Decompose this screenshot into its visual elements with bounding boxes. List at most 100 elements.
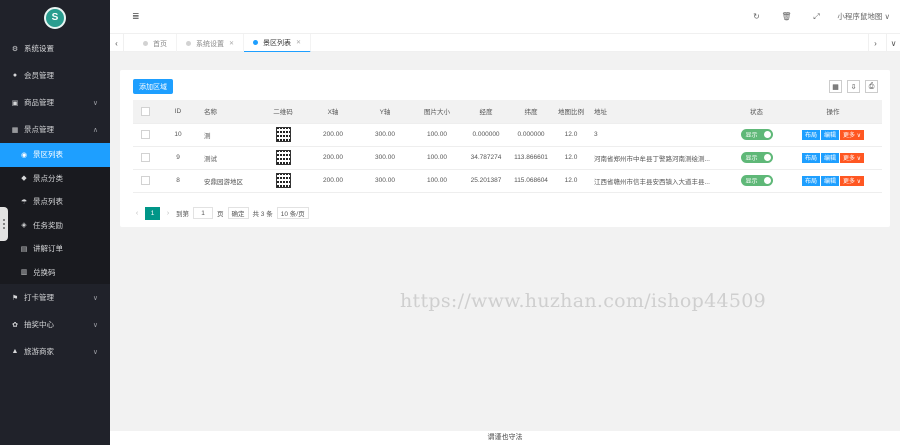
barcode-icon: ▥ [20,269,28,277]
close-icon[interactable]: ✕ [229,40,234,47]
more-button[interactable]: 更多 ∨ [839,152,865,163]
col-header[interactable]: 纬度 [509,100,553,124]
sidebar-collapse-handle[interactable] [0,207,8,241]
cell-id: 10 [157,123,199,147]
layout-button[interactable]: 布局 [801,175,820,186]
menu-toggle-icon[interactable]: ≣ [132,11,140,22]
col-header[interactable]: 地址 [589,100,729,124]
per-page-select[interactable]: 10 条/页 [276,207,309,219]
edit-button[interactable]: 编辑 [820,175,839,186]
tab-scroll-left-icon[interactable]: ‹ [110,34,124,53]
row-checkbox[interactable] [133,146,157,170]
user-menu[interactable]: 小程序鼠地图 ∨ [831,11,890,22]
col-header[interactable]: 二维码 [259,100,307,124]
tab-system-settings[interactable]: 系统设置 ✕ [177,34,245,53]
col-header[interactable]: 状态 [729,100,784,124]
tab-home[interactable]: 首页 [134,34,177,53]
trash-icon[interactable]: 🗑 [771,12,801,21]
gift-icon: ✿ [12,321,18,329]
sidebar-item-redeem-codes[interactable]: ▥ 兑换码 [0,261,110,285]
scenic-table: ID 名称 二维码 X轴 Y轴 图片大小 经度 纬度 地图比例 地址 状态 操作 [133,100,882,193]
tab-bar: ‹ 首页 系统设置 ✕ 景区列表 ✕ › ∨ [110,33,900,53]
prev-page-icon[interactable]: ‹ [133,210,141,217]
qr-code-icon [275,150,291,165]
next-page-icon[interactable]: › [164,210,172,217]
print-icon[interactable]: ⎙ [865,80,878,93]
refresh-icon[interactable]: ↻ [741,12,771,21]
sidebar-item-members[interactable]: ● 会员管理 [0,62,110,89]
col-header[interactable]: X轴 [307,100,359,124]
col-header[interactable]: 地图比例 [553,100,589,124]
chevron-down-icon: ∨ [92,99,98,107]
edit-button[interactable]: 编辑 [820,152,839,163]
store-icon: ▲ [11,348,19,355]
export-icon[interactable]: ⇩ [847,80,860,93]
cell-qrcode[interactable] [259,146,307,170]
cell-status: 显示 [729,146,784,170]
sidebar-item-checkin[interactable]: ⚑ 打卡管理 ∨ [0,284,110,311]
sidebar-item-system-settings[interactable]: ⚙ 系统设置 [0,35,110,62]
table-header-row: ID 名称 二维码 X轴 Y轴 图片大小 经度 纬度 地图比例 地址 状态 操作 [133,100,882,124]
sidebar-item-task-rewards[interactable]: ◈ 任务奖励 [0,214,110,238]
sidebar-item-guide-orders[interactable]: ▤ 讲解订单 [0,237,110,261]
tab-label: 景区列表 [263,39,292,47]
cell-lat: 0.000000 [509,123,553,147]
add-region-button[interactable]: 添加区域 [133,79,173,94]
sidebar-item-attraction-list[interactable]: ☂ 景点列表 [0,190,110,214]
col-header[interactable]: 名称 [199,100,259,124]
tab-scroll-right-icon[interactable]: › [868,34,882,53]
close-icon[interactable]: ✕ [296,39,301,46]
goto-confirm-button[interactable]: 确定 [227,207,249,219]
tab-dot [186,41,191,46]
header-actions: ↻ 🗑 ⤢ 小程序鼠地图 ∨ [741,0,890,33]
cell-scale: 12.0 [553,146,589,170]
col-header[interactable]: 图片大小 [411,100,463,124]
fullscreen-icon[interactable]: ⤢ [801,12,831,22]
tab-menu-icon[interactable]: ∨ [886,34,900,53]
cell-qrcode[interactable] [259,123,307,147]
logo[interactable]: S [44,6,66,29]
col-header[interactable]: ID [157,100,199,124]
cell-scale: 12.0 [553,169,589,193]
col-header[interactable]: 经度 [463,100,509,124]
status-toggle[interactable]: 显示 [740,175,773,186]
sidebar-item-scenic-list[interactable]: ◉ 景区列表 [0,143,110,167]
more-button[interactable]: 更多 ∨ [839,129,865,140]
col-header[interactable]: Y轴 [359,100,411,124]
cell-x: 200.00 [307,146,359,170]
cell-name: 安鼎园游地区 [199,169,259,193]
sidebar-item-label: 讲解订单 [33,244,63,254]
sidebar-item-label: 景点管理 [24,125,54,134]
goto-page-input[interactable]: 1 [193,207,213,219]
cell-qrcode[interactable] [259,169,307,193]
goto-label: 到第 [176,211,189,218]
layout-button[interactable]: 布局 [801,152,820,163]
cell-y: 300.00 [359,146,411,170]
page-current[interactable]: 1 [145,206,160,220]
row-checkbox[interactable] [133,169,157,193]
sidebar-item-attractions[interactable]: ▦ 景点管理 ∧ [0,116,110,143]
tab-scenic-list[interactable]: 景区列表 ✕ [244,34,312,53]
row-checkbox[interactable] [133,123,157,147]
layout-button[interactable]: 布局 [801,129,820,140]
col-header[interactable]: 操作 [784,100,882,124]
select-all-checkbox[interactable] [133,100,157,124]
columns-filter-icon[interactable]: ▦ [829,80,842,93]
more-button[interactable]: 更多 ∨ [839,175,865,186]
grid-icon: ▦ [11,126,19,134]
edit-button[interactable]: 编辑 [820,129,839,140]
chevron-down-icon: ∨ [92,348,98,356]
sidebar-item-merchants[interactable]: ▲ 旅游商家 ∨ [0,338,110,365]
cell-id: 8 [157,169,199,193]
table-tools: ▦ ⇩ ⎙ [829,80,878,93]
sidebar-item-attraction-category[interactable]: ◆ 景点分类 [0,167,110,191]
sidebar-menu: ⚙ 系统设置 ● 会员管理 ▣ 商品管理 ∨ ▦ 景点管理 ∧ [0,35,110,143]
sidebar-submenu: ◉ 景区列表 ◆ 景点分类 ☂ 景点列表 ◈ 任务奖励 ▤ 讲解订单 ▥ 兑换码 [0,143,110,284]
sidebar-item-products[interactable]: ▣ 商品管理 ∨ [0,89,110,116]
cell-y: 300.00 [359,123,411,147]
sidebar-item-lottery[interactable]: ✿ 抽奖中心 ∨ [0,311,110,338]
status-toggle[interactable]: 显示 [740,129,773,140]
footer: 谓谨也守法 [110,431,900,445]
status-toggle[interactable]: 显示 [740,152,773,163]
sidebar-item-label: 系统设置 [24,44,54,53]
